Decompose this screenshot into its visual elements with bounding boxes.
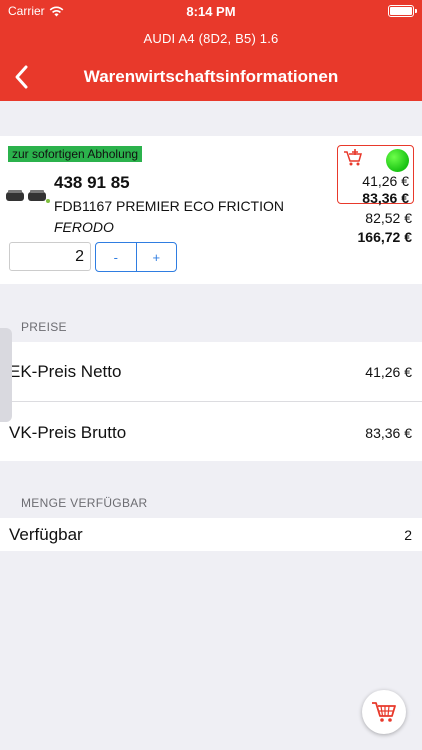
vk-price-value: 83,36 € — [365, 425, 412, 441]
battery-icon — [388, 5, 417, 17]
add-to-cart-box[interactable]: 41,26 € 83,36 € — [337, 145, 414, 206]
status-time: 8:14 PM — [186, 4, 236, 19]
available-label: Verfügbar — [9, 525, 83, 544]
vk-price-label: VK-Preis Brutto — [9, 423, 127, 442]
stock-section-header: MENGE VERFÜGBAR — [21, 496, 148, 510]
prices-section-header: PREISE — [21, 320, 67, 334]
price-net-total: 82,52 € — [365, 210, 412, 226]
app-header: Carrier 8:14 PM AUDI A4 (8D2, B5) 1.6 Wa… — [0, 0, 422, 101]
pickup-badge: zur sofortigen Abholung — [8, 146, 143, 162]
quantity-input[interactable] — [9, 242, 91, 271]
vehicle-subtitle: AUDI A4 (8D2, B5) 1.6 — [143, 31, 279, 46]
ek-price-label: EK-Preis Netto — [9, 362, 122, 381]
brake-pad-icon — [6, 190, 50, 203]
quantity-stepper[interactable]: - + — [95, 242, 177, 272]
ek-price-value: 41,26 € — [365, 364, 412, 380]
article-card: zur sofortigen Abholung 438 91 85 FDB116… — [0, 136, 422, 284]
available-value: 2 — [404, 527, 412, 543]
cart-icon — [372, 702, 396, 722]
article-number: 438 91 85 — [54, 173, 130, 192]
row-divider — [9, 401, 422, 402]
price-net: 41,26 € — [362, 173, 409, 189]
price-gross-total: 166,72 € — [357, 229, 413, 245]
article-description: FDB1167 PREMIER ECO FRICTION — [54, 198, 285, 214]
prices-list: EK-Preis Netto 41,26 € VK-Preis Brutto 8… — [0, 342, 422, 461]
availability-dot-icon — [386, 149, 409, 172]
stock-list: Verfügbar 2 — [0, 518, 422, 551]
increment-button[interactable]: + — [137, 243, 177, 271]
status-bar: Carrier 8:14 PM — [0, 4, 422, 20]
page-title: Warenwirtschaftsinformationen — [83, 67, 339, 86]
article-brand: FERODO — [54, 219, 114, 235]
cart-add-icon[interactable] — [343, 149, 363, 167]
side-drawer-handle[interactable] — [0, 328, 12, 422]
price-gross: 83,36 € — [362, 190, 409, 206]
decrement-button[interactable]: - — [96, 243, 137, 271]
cart-button[interactable] — [362, 690, 406, 734]
